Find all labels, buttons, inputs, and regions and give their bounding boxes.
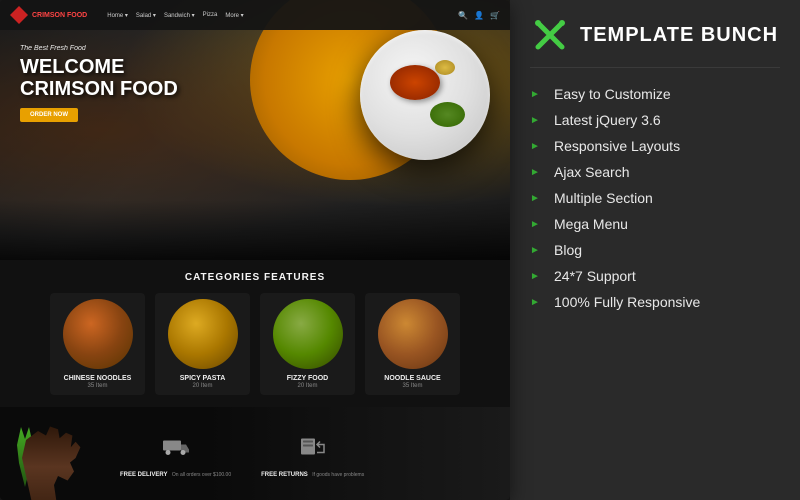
list-item: FREE DELIVERY On all orders over $100.00 bbox=[120, 434, 231, 481]
feature-text-7: Blog bbox=[554, 242, 582, 258]
list-item[interactable]: NOODLE SAUCE 35 Item bbox=[365, 293, 460, 395]
category-image-4 bbox=[378, 299, 448, 369]
feature-text-2: Latest jQuery 3.6 bbox=[554, 112, 661, 128]
brand-header: TEMPLATE BUNCH bbox=[530, 15, 780, 68]
categories-grid: CHINESE NOODLES 35 Item SPICY PASTA 20 I… bbox=[20, 293, 490, 395]
feature-text-4: Ajax Search bbox=[554, 164, 629, 180]
list-item: ► Blog bbox=[530, 242, 780, 258]
right-panel: TEMPLATE BUNCH ► Easy to Customize ► Lat… bbox=[510, 0, 800, 500]
delivery-label-2: FREE RETURNS bbox=[261, 472, 308, 478]
plate bbox=[360, 30, 490, 160]
list-item[interactable]: CHINESE NOODLES 35 Item bbox=[50, 293, 145, 395]
list-item[interactable]: FIZZY FOOD 20 Item bbox=[260, 293, 355, 395]
nav-link-more[interactable]: More ▾ bbox=[225, 12, 243, 19]
feature-text-8: 24*7 Support bbox=[554, 268, 636, 284]
arrow-icon-2: ► bbox=[530, 115, 544, 126]
categories-section: CATEGORIES FEATURES CHINESE NOODLES 35 I… bbox=[0, 260, 510, 407]
category-name-1: CHINESE NOODLES bbox=[50, 375, 145, 382]
arrow-icon-8: ► bbox=[530, 271, 544, 282]
arrow-icon-6: ► bbox=[530, 219, 544, 230]
feature-text-1: Easy to Customize bbox=[554, 86, 671, 102]
food-item-greens bbox=[430, 102, 465, 127]
list-item: ► 24*7 Support bbox=[530, 268, 780, 284]
list-item: ► Mega Menu bbox=[530, 216, 780, 232]
nav-link-home[interactable]: Home ▾ bbox=[107, 12, 128, 19]
navbar: CRIMSON FOOD Home ▾ Salad ▾ Sandwich ▾ P… bbox=[0, 0, 510, 30]
delivery-sublabel-1: On all orders over $100.00 bbox=[172, 472, 231, 478]
hero-subtitle: The Best Fresh Food bbox=[20, 45, 178, 52]
food-item-shrimp bbox=[390, 65, 440, 100]
site-logo: CRIMSON FOOD bbox=[10, 6, 87, 24]
feature-text-5: Multiple Section bbox=[554, 190, 653, 206]
arrow-icon-1: ► bbox=[530, 89, 544, 100]
arrow-icon-7: ► bbox=[530, 245, 544, 256]
list-item: ► Easy to Customize bbox=[530, 86, 780, 102]
logo-icon bbox=[10, 6, 28, 24]
logo-text: CRIMSON FOOD bbox=[32, 12, 87, 19]
nav-link-pizza[interactable]: Pizza bbox=[203, 12, 218, 19]
cart-icon[interactable]: 🛒 bbox=[490, 11, 500, 20]
list-item: ► Latest jQuery 3.6 bbox=[530, 112, 780, 128]
user-icon[interactable]: 👤 bbox=[474, 11, 484, 20]
list-item: FREE RETURNS If goods have problems bbox=[261, 434, 364, 481]
hero-title: WELCOME CRIMSON FOOD bbox=[20, 56, 178, 100]
list-item: ► 100% Fully Responsive bbox=[530, 294, 780, 310]
arrow-icon-4: ► bbox=[530, 167, 544, 178]
category-name-3: FIZZY FOOD bbox=[260, 375, 355, 382]
bottom-section: FREE DELIVERY On all orders over $100.00… bbox=[0, 407, 510, 500]
arrow-icon-9: ► bbox=[530, 297, 544, 308]
list-item[interactable]: SPICY PASTA 20 Item bbox=[155, 293, 250, 395]
food-plate bbox=[360, 30, 490, 160]
nav-icons: 🔍 👤 🛒 bbox=[458, 11, 500, 20]
nav-link-sandwich[interactable]: Sandwich ▾ bbox=[164, 12, 195, 19]
order-now-button[interactable]: ORDER NOW bbox=[20, 108, 78, 122]
category-image-1 bbox=[63, 299, 133, 369]
template-bunch-logo bbox=[530, 15, 570, 55]
hero-content: The Best Fresh Food WELCOME CRIMSON FOOD… bbox=[20, 45, 178, 122]
hero-title-line2: CRIMSON FOOD bbox=[20, 78, 178, 100]
delivery-label-1: FREE DELIVERY bbox=[120, 472, 167, 478]
hero-title-line1: WELCOME bbox=[20, 56, 124, 78]
category-image-3 bbox=[273, 299, 343, 369]
category-name-4: NOODLE SAUCE bbox=[365, 375, 460, 382]
categories-title: CATEGORIES FEATURES bbox=[20, 272, 490, 283]
category-count-4: 35 Item bbox=[365, 383, 460, 389]
hero-section: CRIMSON FOOD Home ▾ Salad ▾ Sandwich ▾ P… bbox=[0, 0, 510, 260]
list-item: ► Responsive Layouts bbox=[530, 138, 780, 154]
delivery-sublabel-2: If goods have problems bbox=[312, 472, 364, 478]
category-count-2: 20 Item bbox=[155, 383, 250, 389]
feature-text-3: Responsive Layouts bbox=[554, 138, 680, 154]
returns-icon bbox=[298, 434, 328, 459]
list-item: ► Multiple Section bbox=[530, 190, 780, 206]
search-icon[interactable]: 🔍 bbox=[458, 11, 468, 20]
nav-link-salad[interactable]: Salad ▾ bbox=[136, 12, 156, 19]
category-image-2 bbox=[168, 299, 238, 369]
feature-text-9: 100% Fully Responsive bbox=[554, 294, 700, 310]
arrow-icon-5: ► bbox=[530, 193, 544, 204]
food-item-sauce bbox=[435, 60, 455, 75]
delivery-info: FREE DELIVERY On all orders over $100.00… bbox=[0, 434, 364, 481]
category-count-1: 35 Item bbox=[50, 383, 145, 389]
website-preview: CRIMSON FOOD Home ▾ Salad ▾ Sandwich ▾ P… bbox=[0, 0, 510, 500]
features-list: ► Easy to Customize ► Latest jQuery 3.6 … bbox=[530, 86, 780, 310]
hero-overlay bbox=[0, 200, 510, 260]
food-items bbox=[375, 55, 475, 135]
arrow-icon-3: ► bbox=[530, 141, 544, 152]
list-item: ► Ajax Search bbox=[530, 164, 780, 180]
nav-links: Home ▾ Salad ▾ Sandwich ▾ Pizza More ▾ bbox=[107, 12, 243, 19]
category-name-2: SPICY PASTA bbox=[155, 375, 250, 382]
category-count-3: 20 Item bbox=[260, 383, 355, 389]
delivery-truck-icon bbox=[161, 434, 191, 459]
brand-name: TEMPLATE BUNCH bbox=[580, 24, 778, 47]
feature-text-6: Mega Menu bbox=[554, 216, 628, 232]
